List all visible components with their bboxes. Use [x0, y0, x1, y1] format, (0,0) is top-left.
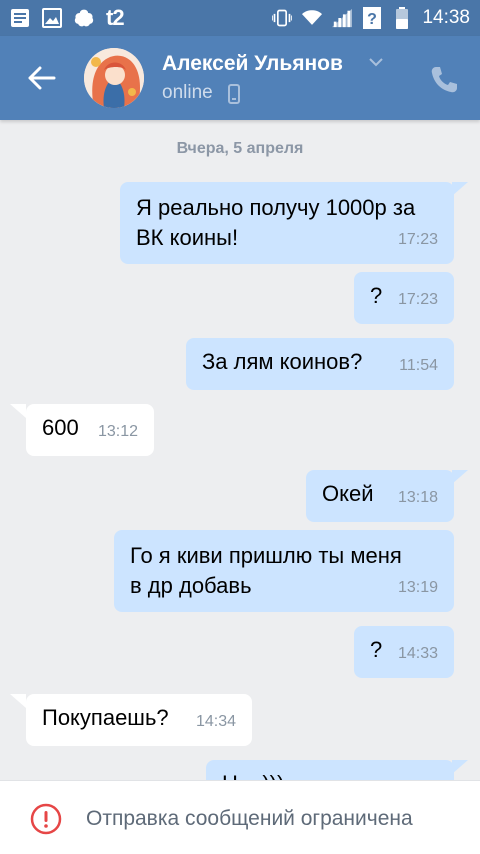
bubble-tail: [10, 404, 26, 418]
message-time: 13:18: [397, 489, 438, 506]
message-text: Окей: [322, 481, 374, 506]
message-text: ?: [370, 283, 383, 308]
message-text: Н... ))): [222, 768, 284, 780]
back-arrow-icon: [28, 66, 56, 90]
message-bubble-outgoing[interactable]: ? 14:33: [354, 626, 454, 678]
image-icon: [42, 8, 62, 28]
message-bubble-outgoing[interactable]: Го я киви пришлю ты меня в др добавь 13:…: [114, 530, 454, 612]
carrier-label: t2: [106, 5, 125, 30]
cloud-icon: [74, 8, 94, 28]
bubble-tail: [452, 470, 468, 484]
message-text: Покупаешь?: [42, 705, 169, 730]
phone-icon: [431, 67, 457, 93]
message-bubble-incoming[interactable]: 600 13:12: [26, 404, 154, 456]
signal-icon: [332, 8, 353, 28]
message-text: ВК коины!: [136, 225, 239, 250]
message-time: 14:33: [397, 645, 438, 662]
warning-icon: [30, 803, 62, 835]
restriction-message: Отправка сообщений ограничена: [86, 807, 413, 830]
bubble-tail: [10, 694, 26, 708]
date-separator: Вчера, 5 апреля: [176, 140, 304, 157]
message-text: Я реально получу 1000р за: [136, 195, 416, 220]
message-text: Го я киви пришлю ты меня: [130, 543, 402, 568]
message-bubble-outgoing[interactable]: Окей 13:18: [306, 470, 454, 522]
mobile-icon: [228, 84, 240, 104]
wifi-icon: [302, 8, 323, 28]
svg-text:?: ?: [368, 11, 378, 28]
online-status: online: [162, 82, 213, 103]
unknown-network-icon: ?: [362, 7, 382, 29]
call-button[interactable]: [428, 64, 460, 96]
message-bubble-outgoing[interactable]: За лям коинов? 11:54: [186, 338, 454, 390]
message-text: в др добавь: [130, 573, 252, 598]
bubble-tail: [452, 182, 468, 196]
message-time: 17:23: [397, 291, 438, 308]
conversation-header: Алексей Ульянов online: [0, 36, 480, 120]
battery-icon: [392, 7, 412, 29]
vibrate-icon: [272, 8, 293, 28]
message-time: 17:23: [397, 231, 438, 248]
message-bubble-outgoing[interactable]: Н... ))): [206, 760, 454, 780]
message-time: 14:34: [195, 713, 236, 730]
message-list[interactable]: Вчера, 5 апреля Я реально получу 1000р з…: [0, 120, 480, 780]
chevron-down-icon[interactable]: [368, 54, 384, 70]
restricted-messaging-bar: Отправка сообщений ограничена: [0, 780, 480, 854]
message-bubble-incoming[interactable]: Покупаешь? 14:34: [26, 694, 252, 746]
message-time: 11:54: [399, 357, 438, 374]
contact-name[interactable]: Алексей Ульянов: [162, 52, 343, 76]
clock: 14:38: [422, 7, 470, 28]
message-bubble-outgoing[interactable]: Я реально получу 1000р за ВК коины! 17:2…: [120, 182, 454, 264]
message-text: 600: [42, 415, 79, 440]
message-time: 13:12: [97, 423, 138, 440]
back-button[interactable]: [26, 64, 58, 92]
notes-icon: [10, 8, 30, 28]
message-bubble-outgoing[interactable]: ? 17:23: [354, 272, 454, 324]
message-text: За лям коинов?: [202, 349, 363, 374]
message-time: 13:19: [397, 579, 438, 596]
bubble-tail: [452, 760, 468, 774]
status-bar: t2 ? 14:38: [0, 0, 480, 36]
message-text: ?: [370, 637, 383, 662]
avatar[interactable]: [84, 48, 144, 108]
